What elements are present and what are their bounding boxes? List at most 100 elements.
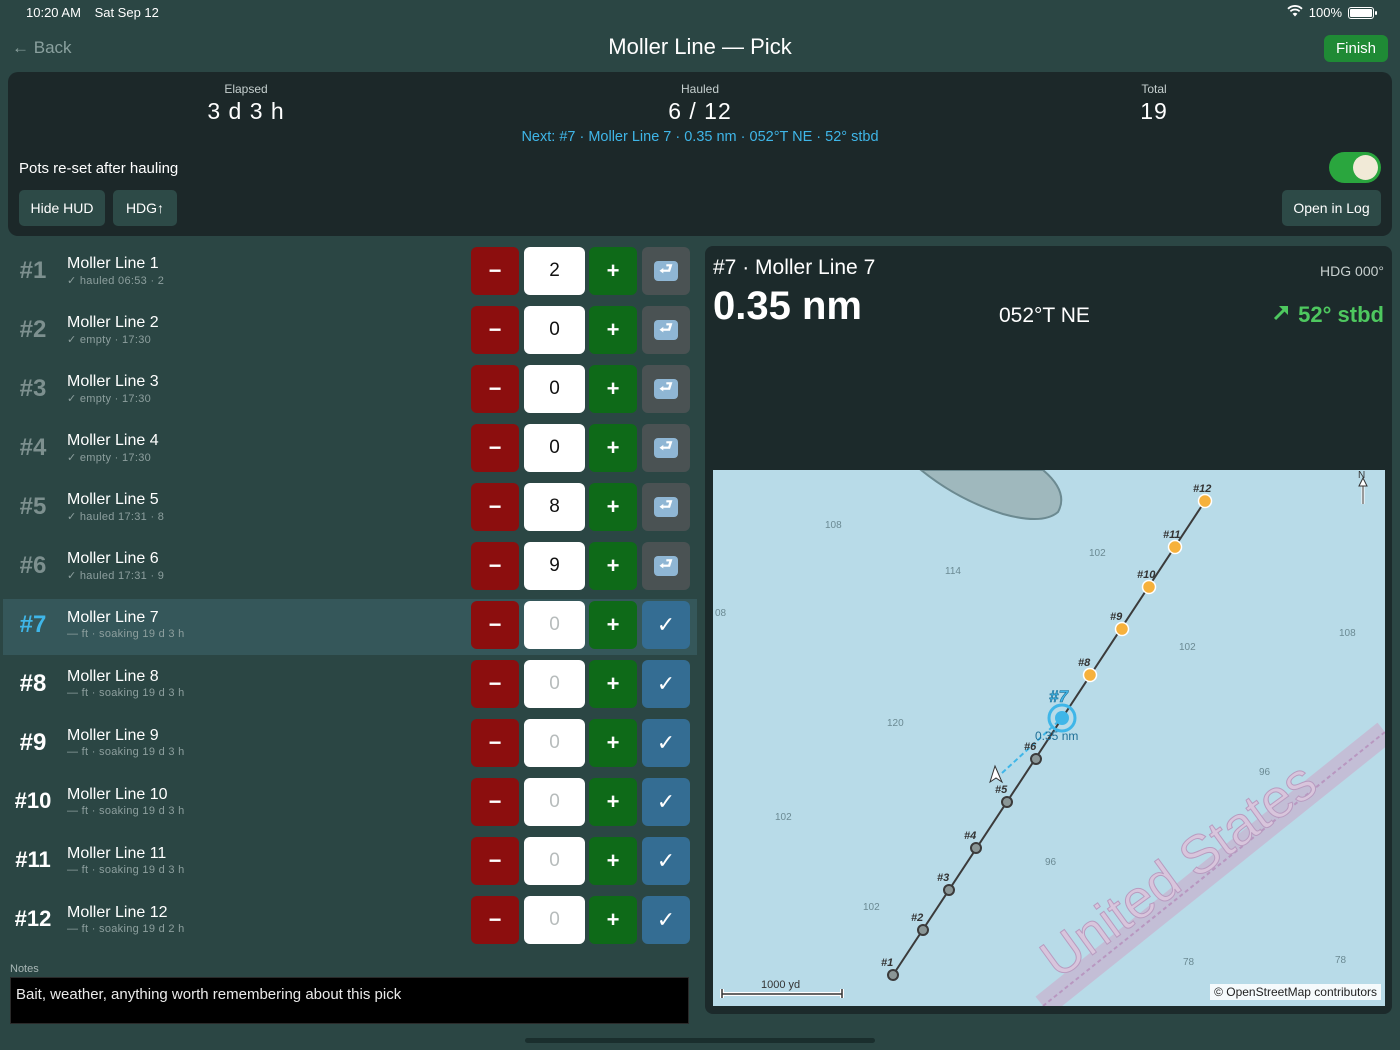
checkmark-icon: ✓ [656, 789, 676, 814]
decrement-button[interactable]: − [471, 542, 519, 590]
increment-button[interactable]: + [589, 896, 637, 944]
pot-row-5[interactable]: #5 Moller Line 5 ✓ hauled 17:31 · 8 − + … [3, 481, 697, 537]
increment-button[interactable]: + [589, 306, 637, 354]
decrement-button[interactable]: − [471, 896, 519, 944]
scale-label: 1000 yd [761, 979, 800, 991]
plus-icon: + [606, 376, 620, 401]
decrement-button[interactable]: − [471, 601, 519, 649]
decrement-button[interactable]: − [471, 778, 519, 826]
reset-pot-button[interactable]: ⮐ [642, 424, 690, 472]
pot-row-6[interactable]: #6 Moller Line 6 ✓ hauled 17:31 · 9 − + … [3, 540, 697, 596]
decrement-button[interactable]: − [471, 365, 519, 413]
pot-marker[interactable] [1030, 753, 1042, 765]
turn-indicator: 52° stbd [1272, 302, 1384, 328]
reset-toggle[interactable] [1329, 152, 1381, 183]
increment-button[interactable]: + [589, 660, 637, 708]
plus-icon: + [606, 258, 620, 283]
depth-sounding: 78 [1335, 955, 1347, 966]
pot-row-10[interactable]: #10 Moller Line 10 — ft · soaking 19 d 3… [3, 776, 697, 832]
decrement-button[interactable]: − [471, 719, 519, 767]
pot-row-4[interactable]: #4 Moller Line 4 ✓ empty · 17:30 − + ⮐ [3, 422, 697, 478]
pot-marker[interactable] [1167, 539, 1183, 555]
pot-marker[interactable] [887, 969, 899, 981]
reset-pot-button[interactable]: ⮐ [642, 365, 690, 413]
pot-status: ✓ empty · 17:30 [67, 334, 152, 346]
count-input[interactable] [524, 601, 585, 649]
chart-map[interactable]: United States 108 102 114 108 102 120 96 102 96 1… [713, 470, 1385, 1006]
plus-icon: + [606, 671, 620, 696]
plus-icon: + [606, 435, 620, 460]
map-attribution: © OpenStreetMap contributors [1210, 984, 1381, 1000]
pot-marker[interactable] [1141, 579, 1157, 595]
decrement-button[interactable]: − [471, 306, 519, 354]
pot-name: Moller Line 6 [67, 550, 159, 567]
increment-button[interactable]: + [589, 601, 637, 649]
pot-row-1[interactable]: #1 Moller Line 1 ✓ hauled 06:53 · 2 − + … [3, 245, 697, 301]
count-input[interactable] [524, 778, 585, 826]
pot-row-9[interactable]: #9 Moller Line 9 — ft · soaking 19 d 3 h… [3, 717, 697, 773]
pot-name: Moller Line 8 [67, 668, 159, 685]
count-input[interactable] [524, 424, 585, 472]
reset-pot-button[interactable]: ⮐ [642, 247, 690, 295]
undo-icon: ⮐ [654, 438, 678, 458]
count-input[interactable] [524, 247, 585, 295]
decrement-button[interactable]: − [471, 247, 519, 295]
increment-button[interactable]: + [589, 778, 637, 826]
increment-button[interactable]: + [589, 719, 637, 767]
reset-pot-button[interactable]: ⮐ [642, 542, 690, 590]
mark-hauled-button[interactable]: ✓ [642, 778, 690, 826]
depth-sounding: 108 [825, 520, 842, 531]
reset-pot-button[interactable]: ⮐ [642, 483, 690, 531]
increment-button[interactable]: + [589, 424, 637, 472]
count-input[interactable] [524, 837, 585, 885]
increment-button[interactable]: + [589, 365, 637, 413]
open-in-log-button[interactable]: Open in Log [1282, 190, 1381, 226]
pot-row-3[interactable]: #3 Moller Line 3 ✓ empty · 17:30 − + ⮐ [3, 363, 697, 419]
pot-marker[interactable] [1114, 621, 1130, 637]
plus-icon: + [606, 553, 620, 578]
pot-row-12[interactable]: #12 Moller Line 12 — ft · soaking 19 d 2… [3, 894, 697, 950]
count-input[interactable] [524, 896, 585, 944]
pot-marker[interactable] [1001, 796, 1013, 808]
increment-button[interactable]: + [589, 837, 637, 885]
mark-hauled-button[interactable]: ✓ [642, 601, 690, 649]
pot-row-11[interactable]: #11 Moller Line 11 — ft · soaking 19 d 3… [3, 835, 697, 891]
pot-marker[interactable] [970, 842, 982, 854]
count-input[interactable] [524, 660, 585, 708]
hide-hud-button[interactable]: Hide HUD [19, 190, 105, 226]
pot-marker[interactable] [943, 884, 955, 896]
increment-button[interactable]: + [589, 247, 637, 295]
decrement-button[interactable]: − [471, 837, 519, 885]
depth-sounding: 120 [887, 718, 904, 729]
mark-hauled-button[interactable]: ✓ [642, 660, 690, 708]
increment-button[interactable]: + [589, 542, 637, 590]
pot-marker[interactable] [1197, 493, 1213, 509]
mark-hauled-button[interactable]: ✓ [642, 837, 690, 885]
count-input[interactable] [524, 365, 585, 413]
decrement-button[interactable]: − [471, 483, 519, 531]
north-arrow-icon: N [1358, 470, 1368, 504]
mark-hauled-button[interactable]: ✓ [642, 896, 690, 944]
mark-hauled-button[interactable]: ✓ [642, 719, 690, 767]
count-input[interactable] [524, 542, 585, 590]
heading-up-button[interactable]: HDG↑ [113, 190, 177, 226]
notes-field[interactable] [10, 977, 689, 1024]
decrement-button[interactable]: − [471, 660, 519, 708]
pot-marker[interactable] [917, 924, 929, 936]
pot-row-7[interactable]: #7 Moller Line 7 — ft · soaking 19 d 3 h… [3, 599, 697, 655]
country-label: United States [1030, 751, 1328, 990]
count-input[interactable] [524, 483, 585, 531]
decrement-button[interactable]: − [471, 424, 519, 472]
finish-button[interactable]: Finish [1323, 35, 1388, 62]
next-pot-line: Next: #7 · Moller Line 7 · 0.35 nm · 052… [521, 129, 879, 145]
count-input[interactable] [524, 719, 585, 767]
minus-icon: − [488, 730, 502, 755]
increment-button[interactable]: + [589, 483, 637, 531]
pot-marker[interactable] [1082, 667, 1098, 683]
pot-status: — ft · soaking 19 d 3 h [67, 746, 185, 758]
reset-pot-button[interactable]: ⮐ [642, 306, 690, 354]
pot-status: — ft · soaking 19 d 2 h [67, 923, 185, 935]
count-input[interactable] [524, 306, 585, 354]
pot-row-8[interactable]: #8 Moller Line 8 — ft · soaking 19 d 3 h… [3, 658, 697, 714]
pot-row-2[interactable]: #2 Moller Line 2 ✓ empty · 17:30 − + ⮐ [3, 304, 697, 360]
